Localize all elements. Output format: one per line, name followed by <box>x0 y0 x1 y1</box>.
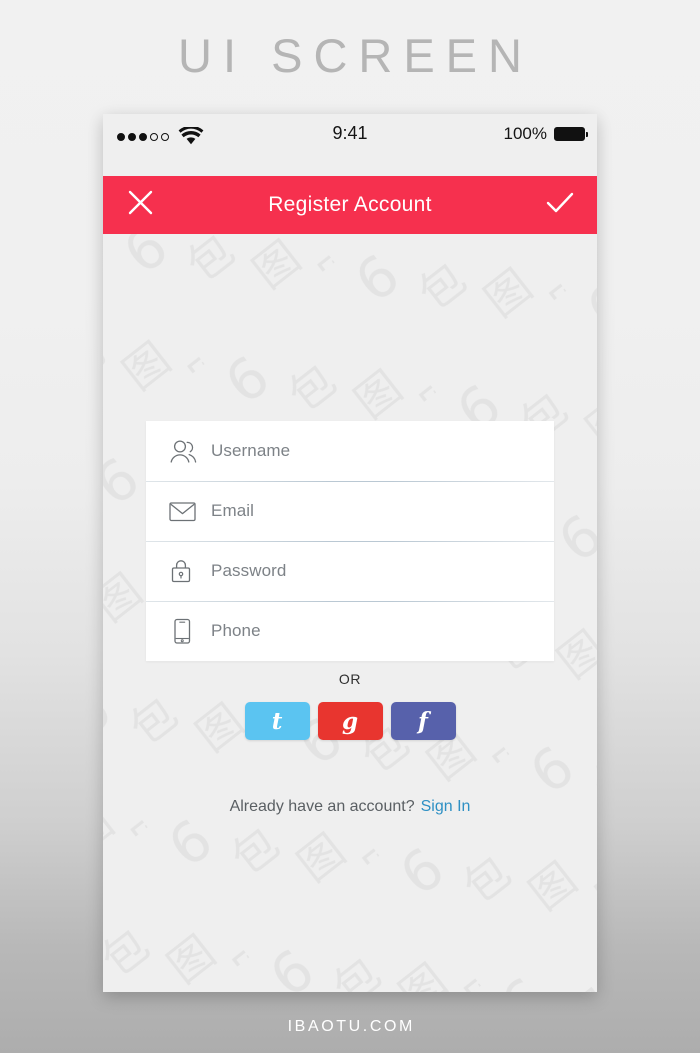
password-label: Password <box>211 561 287 580</box>
app-bar: Register Account <box>103 176 597 234</box>
lock-icon <box>168 558 202 584</box>
check-icon <box>545 190 575 221</box>
battery-full-icon <box>554 127 588 141</box>
username-field[interactable]: Username <box>146 421 554 481</box>
battery-percent-label: 100% <box>503 124 547 143</box>
status-bar: 9:41 100% <box>103 114 597 176</box>
facebook-glyph: f <box>418 707 428 735</box>
page-title: UI SCREEN <box>178 29 533 82</box>
sign-in-link[interactable]: Sign In <box>421 798 471 815</box>
email-field[interactable]: Email <box>146 481 554 541</box>
users-icon <box>168 438 202 464</box>
registration-form-card: Username Email Password Phone <box>146 421 554 661</box>
username-label: Username <box>211 441 291 460</box>
envelope-icon <box>168 499 202 523</box>
site-footer: IBAOTU.COM <box>287 1018 415 1035</box>
google-glyph: g <box>341 707 359 735</box>
twitter-login-button[interactable]: t <box>244 702 310 740</box>
phone-label: Phone <box>211 621 261 640</box>
confirm-button[interactable] <box>529 176 591 234</box>
email-label: Email <box>211 501 255 520</box>
facebook-login-button[interactable]: f <box>390 702 456 740</box>
password-field[interactable]: Password <box>146 541 554 601</box>
phone-field[interactable]: Phone <box>146 601 554 661</box>
smartphone-icon <box>168 617 202 645</box>
signin-prompt-row: Already have an account? Sign In <box>103 798 597 816</box>
screen-content: 6 包 图 网 Username <box>103 234 597 992</box>
status-bar-right: 100% <box>503 124 588 144</box>
social-login-row: t g f <box>103 702 597 740</box>
or-divider-label: OR <box>338 671 362 687</box>
google-login-button[interactable]: g <box>317 702 383 740</box>
twitter-glyph: t <box>271 707 283 735</box>
signin-prompt-text: Already have an account? <box>229 798 415 815</box>
phone-mockup: 9:41 100% Register Account Username Emai… <box>103 114 597 992</box>
app-bar-title: Register Account <box>268 193 432 216</box>
